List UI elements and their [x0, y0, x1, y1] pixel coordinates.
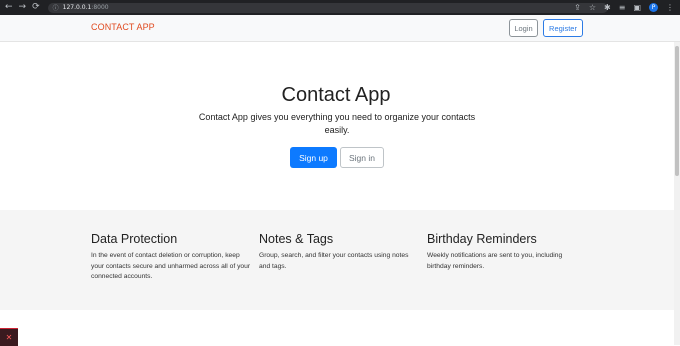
- side-panel-icon[interactable]: ▣: [633, 3, 641, 12]
- info-icon[interactable]: ⓘ: [53, 3, 59, 12]
- reading-list-icon[interactable]: ≡: [619, 3, 626, 12]
- feature-title: Birthday Reminders: [427, 232, 537, 246]
- url-host: 127.0.0.1: [62, 4, 92, 11]
- extensions-icon[interactable]: ✱: [604, 3, 611, 12]
- profile-avatar[interactable]: P: [649, 3, 658, 12]
- register-button[interactable]: Register: [543, 19, 583, 37]
- browser-nav: ← → ⟳: [5, 0, 40, 15]
- feature-title: Notes & Tags: [259, 232, 334, 246]
- feature-text: Group, search, and filter your contacts …: [259, 252, 409, 270]
- hero-title: Contact App: [281, 84, 391, 106]
- back-arrow-icon[interactable]: ←: [5, 0, 13, 15]
- url-port: :8000: [91, 4, 109, 11]
- signin-button[interactable]: Sign in: [340, 147, 384, 168]
- debug-icon: ✕: [5, 333, 13, 342]
- url-text: 127.0.0.1:8000: [63, 4, 109, 11]
- browser-toolbar: ← → ⟳ ⓘ 127.0.0.1:8000 ⇪ ☆ ✱ ≡ ▣ P ⋮: [0, 0, 680, 15]
- forward-arrow-icon[interactable]: →: [19, 0, 27, 15]
- feature-text: Weekly notifications are sent to you, in…: [427, 252, 563, 270]
- features-section: Data Protection In the event of contact …: [0, 210, 674, 310]
- feature-title: Data Protection: [91, 232, 178, 246]
- reload-icon[interactable]: ⟳: [32, 0, 40, 15]
- address-bar[interactable]: ⓘ 127.0.0.1:8000: [47, 2, 608, 13]
- bookmark-star-icon[interactable]: ☆: [589, 3, 596, 12]
- navbar: CONTACT APP Login Register: [0, 15, 680, 42]
- scrollbar-thumb[interactable]: [675, 46, 679, 176]
- signup-button[interactable]: Sign up: [290, 147, 337, 168]
- brand-link[interactable]: CONTACT APP: [91, 22, 155, 32]
- feature-birthday-reminders: Birthday Reminders Weekly notifications …: [427, 232, 587, 272]
- browser-tools: ⇪ ☆ ✱ ≡ ▣ P ⋮: [574, 0, 674, 15]
- page-scrollbar[interactable]: [674, 42, 680, 345]
- feature-text: In the event of contact deletion or corr…: [91, 252, 251, 280]
- login-button[interactable]: Login: [509, 19, 538, 37]
- menu-kebab-icon[interactable]: ⋮: [666, 3, 674, 12]
- hero-subtitle: Contact App gives you everything you nee…: [198, 112, 476, 135]
- feature-notes-tags: Notes & Tags Group, search, and filter y…: [259, 232, 419, 272]
- share-icon[interactable]: ⇪: [574, 3, 581, 12]
- debug-toolbar-toggle[interactable]: ✕: [0, 328, 18, 346]
- feature-data-protection: Data Protection In the event of contact …: [91, 232, 251, 283]
